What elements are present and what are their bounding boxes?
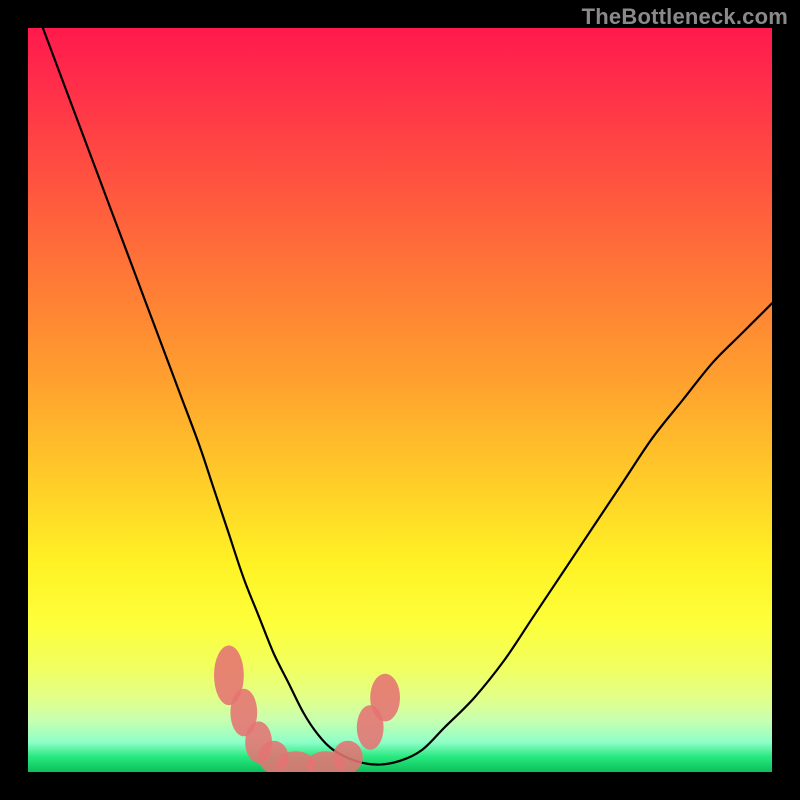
curve-svg [28, 28, 772, 772]
chart-frame: TheBottleneck.com [0, 0, 800, 800]
marker-group [214, 646, 400, 773]
plot-area [28, 28, 772, 772]
watermark-text: TheBottleneck.com [582, 4, 788, 30]
curve-marker [333, 741, 363, 772]
bottleneck-curve [43, 28, 772, 765]
curve-marker [370, 674, 400, 722]
